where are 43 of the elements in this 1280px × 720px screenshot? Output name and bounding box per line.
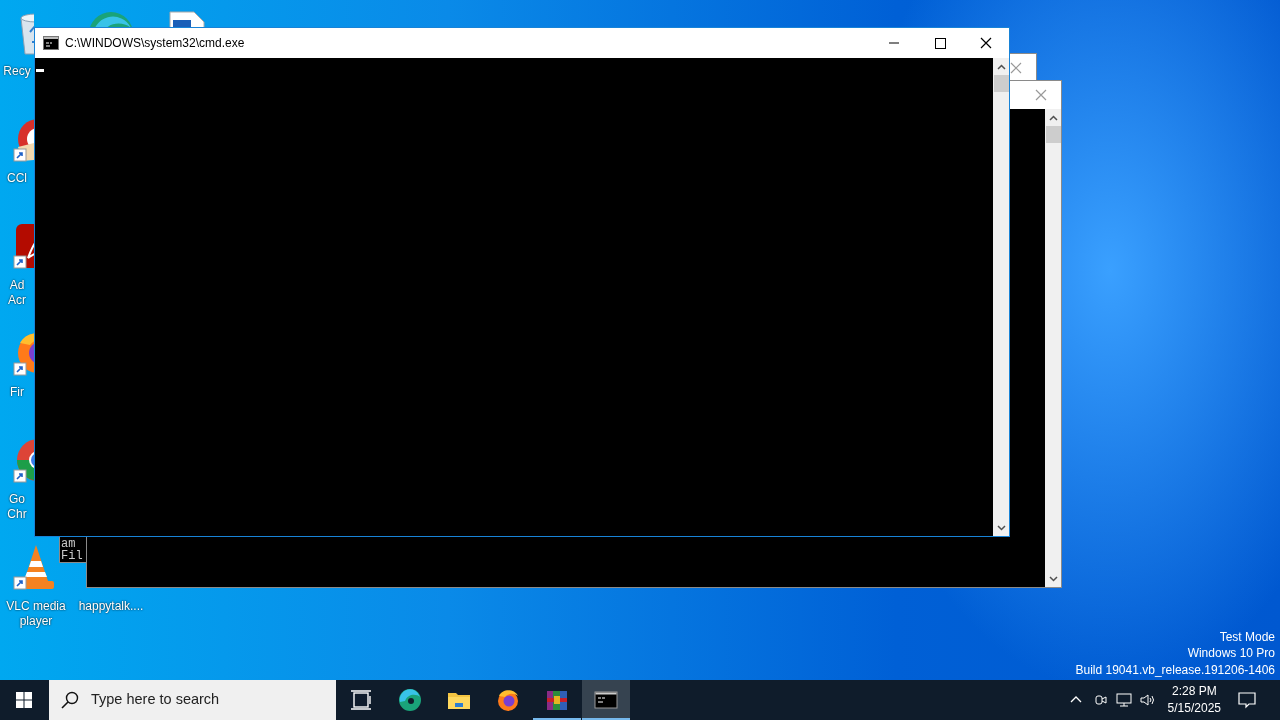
icon-label: CCl (6, 171, 28, 186)
notification-icon[interactable] (1238, 691, 1256, 709)
maximize-icon (934, 37, 946, 49)
scrollbar[interactable] (993, 58, 1009, 536)
scroll-thumb[interactable] (1045, 126, 1061, 143)
search-box[interactable]: Type here to search (49, 680, 336, 720)
close-icon (1010, 61, 1022, 74)
search-icon (61, 691, 79, 709)
console-icon (43, 36, 59, 50)
chevron-down-icon (996, 524, 1006, 531)
icon-label: Fir (9, 385, 25, 400)
chevron-down-icon (1048, 575, 1058, 582)
watermark-text: Test Mode (1218, 628, 1275, 645)
scroll-thumb[interactable] (993, 75, 1009, 92)
pdf-reader-icon[interactable] (12, 222, 34, 270)
scrollbar[interactable] (1045, 109, 1061, 587)
icon-label: Recy (2, 64, 32, 79)
browser-icon (398, 688, 422, 712)
speaker-icon[interactable] (1139, 692, 1156, 708)
close-icon (980, 37, 992, 49)
archive-books-icon (545, 688, 569, 712)
windows-logo-icon (16, 692, 32, 708)
close-icon (1035, 89, 1047, 101)
console-icon (594, 688, 618, 712)
chevron-up-icon (1048, 114, 1058, 121)
watermark-text: Build 19041.vb_release.191206-1406 (1075, 661, 1275, 678)
icon-label: Go Chr (6, 492, 28, 522)
minimize-icon (889, 42, 899, 44)
search-field[interactable]: Type here to search (91, 689, 321, 711)
window-title: C:\WINDOWS\system32\cmd.exe (65, 35, 246, 52)
taskbar-button[interactable] (582, 680, 630, 720)
console-line: Fil (60, 550, 84, 562)
task-view-icon (349, 688, 373, 712)
clock-time: 2:28 PM (1170, 683, 1218, 700)
watermark-text: Windows 10 Pro (1186, 645, 1275, 662)
firefox-icon (496, 688, 520, 712)
console-line: am (60, 538, 76, 550)
icon-label: happytalk.... (78, 599, 144, 614)
clock-date: 5/15/2025 (1167, 700, 1221, 717)
icon-label: Ad Acr (7, 278, 27, 308)
chevron-up-icon (996, 63, 1006, 70)
network-icon[interactable] (1115, 692, 1132, 708)
icon-label: VLC media player (6, 599, 66, 629)
